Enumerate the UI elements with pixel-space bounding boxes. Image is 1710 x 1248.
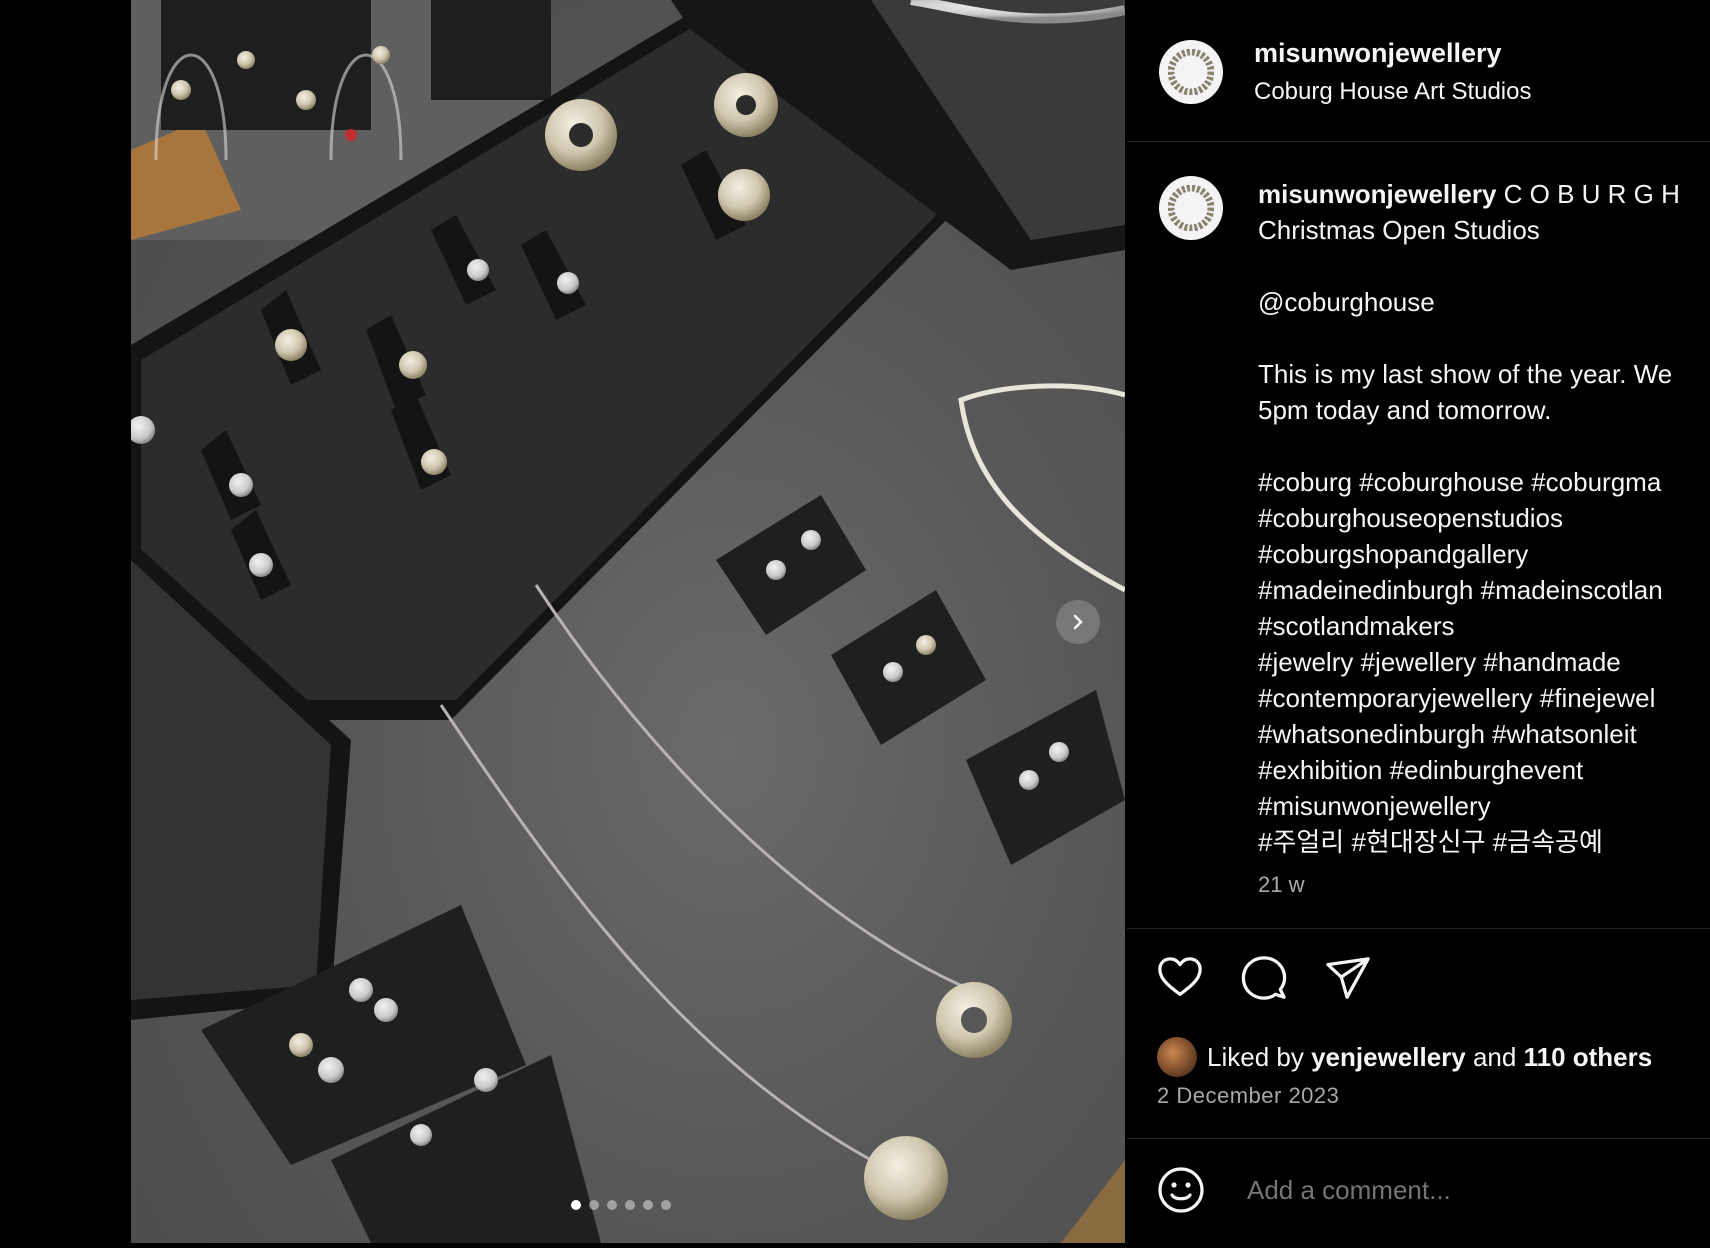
hashtag-line[interactable]: #madeinedinburgh #madeinscotlan <box>1258 572 1710 608</box>
hashtag-line[interactable]: #scotlandmakers <box>1258 608 1710 644</box>
comment-bar <box>1157 1166 1689 1214</box>
smiley-icon[interactable] <box>1157 1166 1205 1214</box>
hashtag-line[interactable]: #exhibition #edinburghevent <box>1258 752 1710 788</box>
hashtag-line[interactable]: #whatsonedinburgh #whatsonleit <box>1258 716 1710 752</box>
paper-plane-icon[interactable] <box>1325 955 1371 1001</box>
post-details-panel: misunwonjewellery Coburg House Art Studi… <box>1127 0 1710 1248</box>
caption-mention[interactable]: @coburghouse <box>1258 284 1710 320</box>
caption-username[interactable]: misunwonjewellery <box>1258 179 1496 209</box>
post-caption: misunwonjewellery C O B U R G H Christma… <box>1258 176 1710 860</box>
caption-title: C O B U R G H <box>1503 179 1680 209</box>
jewellery-photo <box>131 0 1125 1243</box>
carousel-indicator <box>571 1200 671 1210</box>
likes-and: and <box>1472 1041 1517 1072</box>
profile-avatar[interactable] <box>1159 40 1223 104</box>
carousel-dot <box>589 1200 599 1210</box>
heart-icon[interactable] <box>1157 955 1203 1001</box>
caption-line: 5pm today and tomorrow. <box>1258 395 1552 425</box>
likes-prefix: Liked by <box>1207 1041 1304 1072</box>
hashtag-line[interactable]: #coburg #coburghouse #coburgma <box>1258 464 1710 500</box>
hashtag-line[interactable]: #misunwonjewellery <box>1258 788 1710 824</box>
hashtag-line[interactable]: #coburgshopandgallery <box>1258 536 1710 572</box>
speech-bubble-icon[interactable] <box>1241 955 1287 1001</box>
likes-summary: Liked by yenjewellery and 110 others <box>1157 1037 1652 1077</box>
likes-others-link[interactable]: 110 others <box>1524 1042 1653 1073</box>
chevron-right-icon <box>1073 614 1083 630</box>
post-date: 2 December 2023 <box>1157 1083 1340 1108</box>
hashtag-line[interactable]: #contemporaryjewellery #finejewel <box>1258 680 1710 716</box>
carousel-dot <box>625 1200 635 1210</box>
caption-avatar[interactable] <box>1159 176 1223 240</box>
caption-timestamp[interactable]: 21 w <box>1258 872 1304 898</box>
brooch-logo-icon <box>1168 185 1214 231</box>
hashtag-line[interactable]: #jewelry #jewellery #handmade <box>1258 644 1710 680</box>
caption-line: This is my last show of the year. We <box>1258 359 1673 389</box>
header-divider <box>1127 141 1710 142</box>
post-image[interactable] <box>131 0 1125 1243</box>
next-image-button[interactable] <box>1056 600 1100 644</box>
carousel-dot <box>571 1200 581 1210</box>
hashtag-line[interactable]: #coburghouseopenstudios <box>1258 500 1710 536</box>
action-bar <box>1157 955 1371 1001</box>
liker-avatar[interactable] <box>1157 1037 1197 1077</box>
carousel-dot <box>661 1200 671 1210</box>
hashtag-line[interactable]: #주얼리 #현대장신구 #금속공예 <box>1258 824 1710 860</box>
header-location[interactable]: Coburg House Art Studios <box>1254 78 1532 106</box>
liker-username[interactable]: yenjewellery <box>1311 1042 1466 1073</box>
comment-divider <box>1127 1138 1710 1139</box>
brooch-logo-icon <box>1168 49 1214 95</box>
caption-divider <box>1127 928 1710 929</box>
carousel-dot <box>643 1200 653 1210</box>
caption-line: Christmas Open Studios <box>1258 215 1540 245</box>
comment-input[interactable] <box>1245 1173 1689 1207</box>
carousel-dot <box>607 1200 617 1210</box>
header-username[interactable]: misunwonjewellery <box>1254 38 1502 69</box>
